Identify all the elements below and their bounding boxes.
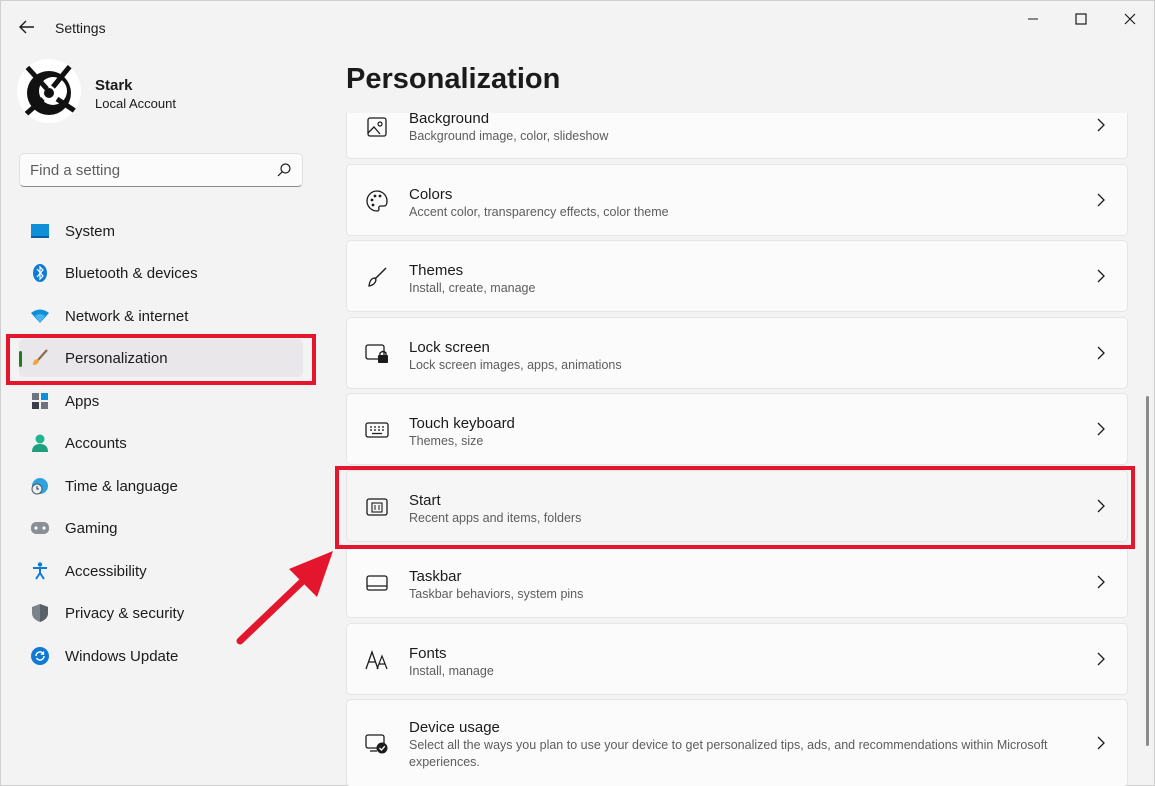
card-lock-screen[interactable]: Lock screen Lock screen images, apps, an… [346, 317, 1128, 389]
close-icon [1124, 13, 1136, 25]
sidebar-item-apps[interactable]: Apps [19, 382, 303, 420]
card-background[interactable]: Background Background image, color, slid… [346, 113, 1128, 159]
search-box[interactable] [19, 153, 303, 187]
card-themes[interactable]: Themes Install, create, manage [346, 240, 1128, 312]
person-icon [31, 434, 49, 452]
card-fonts[interactable]: Fonts Install, manage [346, 623, 1128, 695]
shield-icon [31, 604, 49, 622]
back-arrow-icon [19, 20, 34, 34]
chevron-right-icon [1095, 269, 1107, 283]
update-icon [31, 647, 49, 665]
palette-icon [365, 189, 389, 213]
card-title: Background [409, 113, 490, 127]
card-subtitle: Taskbar behaviors, system pins [409, 587, 584, 601]
chevron-right-icon [1095, 422, 1107, 436]
card-title: Lock screen [409, 339, 490, 356]
chevron-right-icon [1095, 346, 1107, 360]
red-arrow-icon [236, 551, 333, 645]
sidebar-item-label: Privacy & security [65, 605, 185, 622]
brush-icon [365, 265, 389, 289]
card-subtitle: Select all the ways you plan to use your… [409, 738, 1048, 769]
sidebar-item-label: Accessibility [65, 563, 147, 580]
card-title: Touch keyboard [409, 415, 515, 432]
sidebar-item-label: Time & language [65, 478, 178, 495]
device-usage-icon [365, 732, 389, 756]
globe-clock-icon [31, 477, 49, 495]
image-icon [365, 115, 389, 139]
card-colors[interactable]: Colors Accent color, transparency effect… [346, 164, 1128, 236]
sidebar-item-label: Gaming [65, 520, 118, 537]
sidebar-item-bluetooth[interactable]: Bluetooth & devices [19, 254, 303, 292]
search-icon[interactable] [276, 162, 292, 178]
card-title: Fonts [409, 645, 447, 662]
minimize-icon [1028, 18, 1038, 20]
card-subtitle: Themes, size [409, 434, 484, 448]
card-subtitle: Accent color, transparency effects, colo… [409, 205, 669, 219]
account-type: Local Account [95, 96, 176, 111]
chevron-right-icon [1095, 652, 1107, 666]
card-touch-keyboard[interactable]: Touch keyboard Themes, size [346, 393, 1128, 465]
fonts-icon [365, 648, 389, 672]
sidebar-item-label: Bluetooth & devices [65, 265, 198, 282]
wifi-icon [31, 307, 49, 325]
settings-list: Background Background image, color, slid… [341, 113, 1141, 786]
card-device-usage[interactable]: Device usage Select all the ways you pla… [346, 699, 1128, 786]
title-bar: Settings [1, 1, 1155, 53]
user-name: Stark [95, 77, 133, 94]
card-title: Device usage [409, 719, 500, 736]
sidebar-item-label: Network & internet [65, 308, 189, 325]
card-title: Taskbar [409, 568, 462, 585]
highlight-box-start [335, 466, 1135, 549]
apps-icon [31, 392, 49, 410]
back-button[interactable] [15, 15, 39, 39]
maximize-button[interactable] [1069, 7, 1093, 31]
page-title: Personalization [346, 63, 561, 95]
card-title: Themes [409, 262, 464, 279]
chevron-right-icon [1095, 736, 1107, 750]
card-subtitle: Install, manage [409, 664, 494, 678]
monitor-icon [31, 222, 49, 240]
sidebar-item-label: System [65, 223, 116, 240]
card-taskbar[interactable]: Taskbar Taskbar behaviors, system pins [346, 546, 1128, 618]
taskbar-icon [365, 571, 389, 595]
card-subtitle: Lock screen images, apps, animations [409, 358, 622, 372]
keyboard-icon [365, 418, 389, 442]
chevron-right-icon [1095, 118, 1107, 132]
scrollbar-thumb[interactable] [1146, 396, 1149, 746]
close-button[interactable] [1118, 7, 1142, 31]
highlight-box-personalization [6, 334, 316, 385]
avatar[interactable] [17, 59, 81, 123]
sidebar-item-time-language[interactable]: Time & language [19, 467, 303, 505]
card-subtitle: Install, create, manage [409, 281, 536, 295]
card-title: Colors [409, 186, 453, 203]
chevron-right-icon [1095, 575, 1107, 589]
sidebar-item-label: Accounts [65, 435, 127, 452]
sidebar-item-system[interactable]: System [19, 212, 303, 250]
chevron-right-icon [1095, 193, 1107, 207]
maximize-icon [1075, 13, 1087, 25]
accessibility-icon [31, 562, 49, 580]
sidebar-item-label: Windows Update [65, 648, 179, 665]
avatar-logo-icon [23, 63, 77, 117]
sidebar-item-network[interactable]: Network & internet [19, 297, 303, 335]
sidebar-item-label: Apps [65, 393, 100, 410]
bluetooth-icon [31, 264, 49, 282]
sidebar-item-accounts[interactable]: Accounts [19, 424, 303, 462]
search-input[interactable] [30, 160, 270, 180]
gamepad-icon [31, 519, 49, 537]
lock-screen-icon [365, 342, 389, 366]
app-title: Settings [55, 20, 106, 36]
minimize-button[interactable] [1021, 7, 1045, 31]
card-subtitle: Background image, color, slideshow [409, 129, 609, 143]
